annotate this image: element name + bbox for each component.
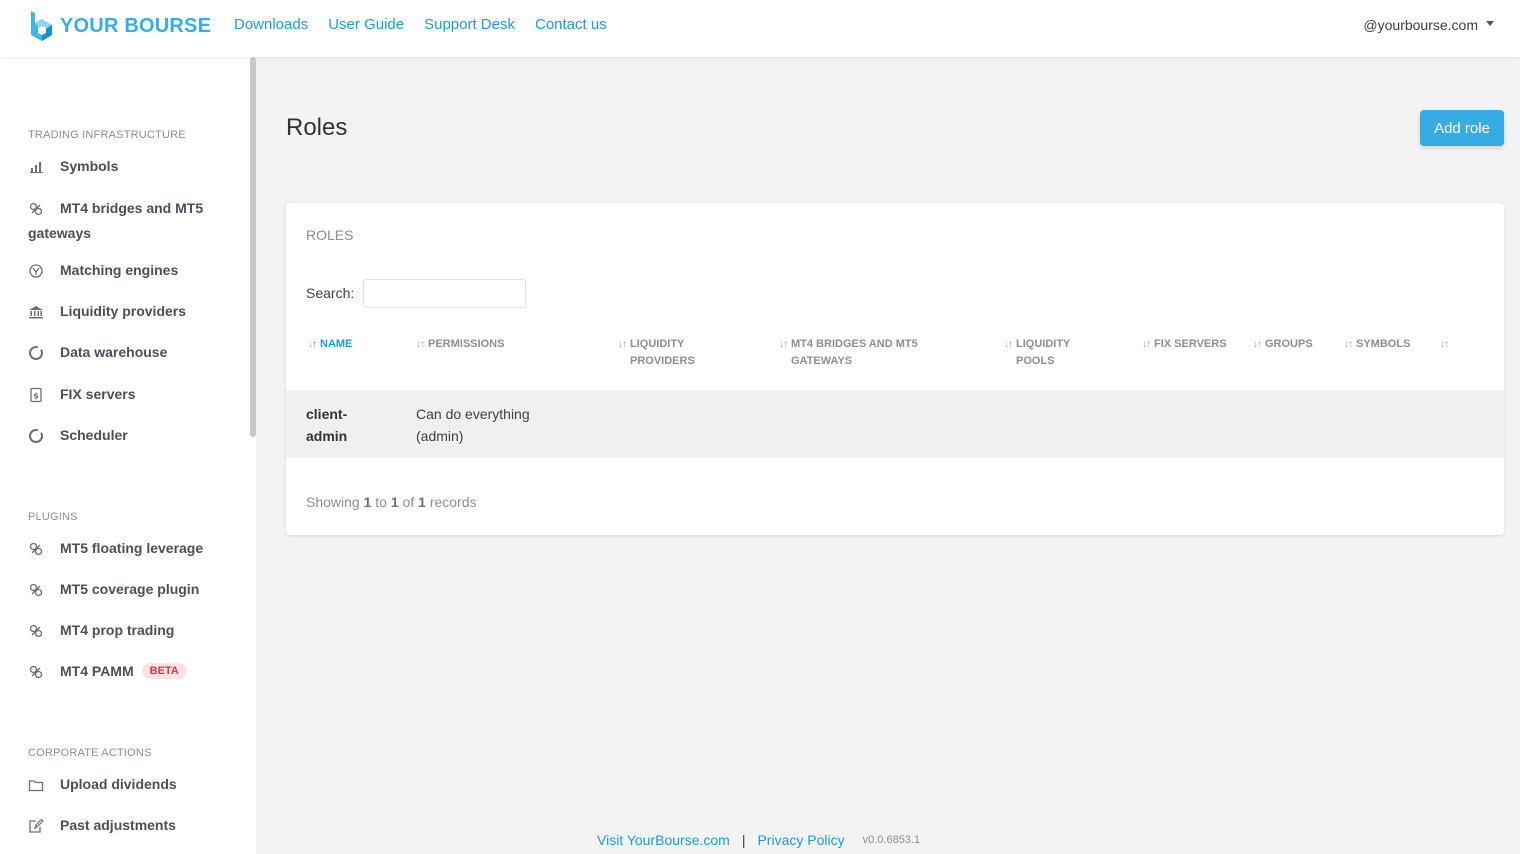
- link-icon: [28, 622, 52, 640]
- sidebar-item-liquidity-providers[interactable]: Liquidity providers: [28, 303, 228, 321]
- sidebar-item-scheduler[interactable]: Scheduler: [28, 427, 228, 445]
- sidebar-item-label: Past adjustments: [60, 817, 176, 833]
- sidebar-section-trading-infrastructure: TRADING INFRASTRUCTURE: [28, 129, 186, 141]
- sort-icon: ↓↑: [618, 339, 627, 350]
- sidebar-item-label: MT4 PAMM: [60, 663, 134, 679]
- sidebar-item-mt4-bridges[interactable]: MT4 bridges and MT5 gateways: [28, 196, 228, 246]
- cell-role-name: client-admin: [306, 406, 348, 444]
- svg-text:$: $: [33, 392, 39, 401]
- folder-icon: [28, 776, 52, 794]
- table-info: Showing 1 to 1 of 1 records: [306, 494, 477, 510]
- matching-icon: [28, 262, 52, 280]
- nav-downloads[interactable]: Downloads: [234, 16, 308, 33]
- sidebar-item-label: MT5 coverage plugin: [60, 581, 200, 597]
- column-header-mt4-bridges[interactable]: ↓↑ MT4 BRIDGES AND MT5 GATEWAYS: [779, 336, 939, 370]
- sidebar-item-mt5-coverage-plugin[interactable]: MT5 coverage plugin: [28, 581, 228, 599]
- column-header-name[interactable]: ↓↑ NAME: [308, 336, 398, 353]
- search-input[interactable]: [363, 279, 526, 308]
- sidebar-item-label: MT5 floating leverage: [60, 540, 204, 556]
- sort-icon: ↓↑: [1253, 339, 1262, 350]
- edit-icon: [28, 817, 52, 835]
- bar-chart-icon: [28, 158, 52, 176]
- column-header-actions[interactable]: ↓↑: [1440, 336, 1480, 353]
- sort-icon: ↓↑: [416, 339, 425, 350]
- chevron-down-icon: [1486, 21, 1494, 26]
- sort-icon: ↓↑: [1004, 339, 1013, 350]
- sidebar-item-label: Data warehouse: [60, 344, 168, 360]
- footer-separator: |: [741, 832, 746, 848]
- bank-icon: [28, 303, 52, 321]
- roles-card: ROLES Search: ↓↑ NAME ↓↑ PERMISSIONS ↓↑ …: [286, 203, 1504, 535]
- sort-icon: ↓↑: [1440, 339, 1449, 350]
- sidebar-item-mt5-floating-leverage[interactable]: MT5 floating leverage: [28, 540, 228, 558]
- beta-badge: BETA: [141, 663, 187, 679]
- card-title: ROLES: [306, 227, 354, 243]
- sidebar-item-fix-servers[interactable]: $ FIX servers: [28, 386, 228, 404]
- your-bourse-logo-icon: [31, 11, 52, 41]
- table-row[interactable]: client-admin Can do everything (admin): [286, 390, 1504, 458]
- sidebar-item-label: Liquidity providers: [60, 303, 187, 319]
- link-icon: [28, 540, 52, 558]
- top-nav: Downloads User Guide Support Desk Contac…: [234, 16, 607, 33]
- sidebar-item-label: Matching engines: [60, 262, 179, 278]
- column-header-liquidity-providers[interactable]: ↓↑ LIQUIDITY PROVIDERS: [618, 336, 718, 370]
- sort-icon: ↓↑: [1344, 339, 1353, 350]
- sidebar-scrollbar[interactable]: [250, 57, 256, 437]
- sidebar-item-mt4-pamm[interactable]: MT4 PAMM BETA: [28, 663, 228, 681]
- user-menu[interactable]: @yourbourse.com: [1363, 17, 1494, 33]
- privacy-policy-link[interactable]: Privacy Policy: [757, 832, 844, 848]
- sidebar-item-label: Scheduler: [60, 427, 128, 443]
- sidebar-item-label: FIX servers: [60, 386, 136, 402]
- link-icon: [28, 663, 52, 681]
- sidebar-item-label: Upload dividends: [60, 776, 177, 792]
- app-version: v0.0.6853.1: [862, 834, 921, 846]
- top-navbar: YOUR BOURSE Downloads User Guide Support…: [0, 0, 1520, 57]
- column-header-groups[interactable]: ↓↑ GROUPS: [1253, 336, 1333, 353]
- add-role-button[interactable]: Add role: [1420, 110, 1504, 146]
- link-icon: [28, 581, 52, 599]
- column-header-liquidity-pools[interactable]: ↓↑ LIQUIDITY POOLS: [1004, 336, 1104, 370]
- sort-icon: ↓↑: [1142, 339, 1151, 350]
- sort-icon: ↓↑: [779, 339, 788, 350]
- sidebar-item-past-adjustments[interactable]: Past adjustments: [28, 817, 228, 835]
- cell-permissions: Can do everything (admin): [416, 406, 530, 444]
- visit-yourbourse-link[interactable]: Visit YourBourse.com: [597, 832, 730, 848]
- nav-support-desk[interactable]: Support Desk: [424, 16, 515, 33]
- sidebar-item-label: MT4 prop trading: [60, 622, 175, 638]
- user-email: @yourbourse.com: [1363, 17, 1478, 33]
- document-dollar-icon: $: [28, 386, 52, 404]
- column-header-permissions[interactable]: ↓↑ PERMISSIONS: [416, 336, 606, 353]
- sidebar-item-upload-dividends[interactable]: Upload dividends: [28, 776, 228, 794]
- nav-user-guide[interactable]: User Guide: [328, 16, 404, 33]
- page-footer: Visit YourBourse.com | Privacy Policy v0…: [597, 832, 920, 848]
- sidebar-item-mt4-prop-trading[interactable]: MT4 prop trading: [28, 622, 228, 640]
- sidebar-item-label: Symbols: [60, 158, 119, 174]
- sidebar: TRADING INFRASTRUCTURE Symbols MT4 bridg…: [0, 57, 256, 854]
- sort-icon: ↓↑: [308, 339, 317, 350]
- brand-name: YOUR BOURSE: [60, 14, 212, 37]
- sidebar-item-data-warehouse[interactable]: Data warehouse: [28, 344, 228, 362]
- sidebar-item-label: MT4 bridges and MT5 gateways: [28, 200, 204, 241]
- circle-icon: [28, 427, 52, 445]
- brand-logo[interactable]: YOUR BOURSE: [28, 9, 211, 43]
- search-label: Search:: [306, 285, 355, 301]
- circle-icon: [28, 344, 52, 362]
- sidebar-section-corporate-actions: CORPORATE ACTIONS: [28, 747, 152, 759]
- column-header-symbols[interactable]: ↓↑ SYMBOLS: [1344, 336, 1429, 353]
- column-header-fix-servers[interactable]: ↓↑ FIX SERVERS: [1142, 336, 1232, 353]
- page-title: Roles: [286, 114, 348, 141]
- sidebar-item-symbols[interactable]: Symbols: [28, 158, 228, 176]
- nav-contact-us[interactable]: Contact us: [535, 16, 607, 33]
- sidebar-item-matching-engines[interactable]: Matching engines: [28, 262, 228, 280]
- sidebar-section-plugins: PLUGINS: [28, 511, 78, 523]
- link-icon: [28, 200, 52, 218]
